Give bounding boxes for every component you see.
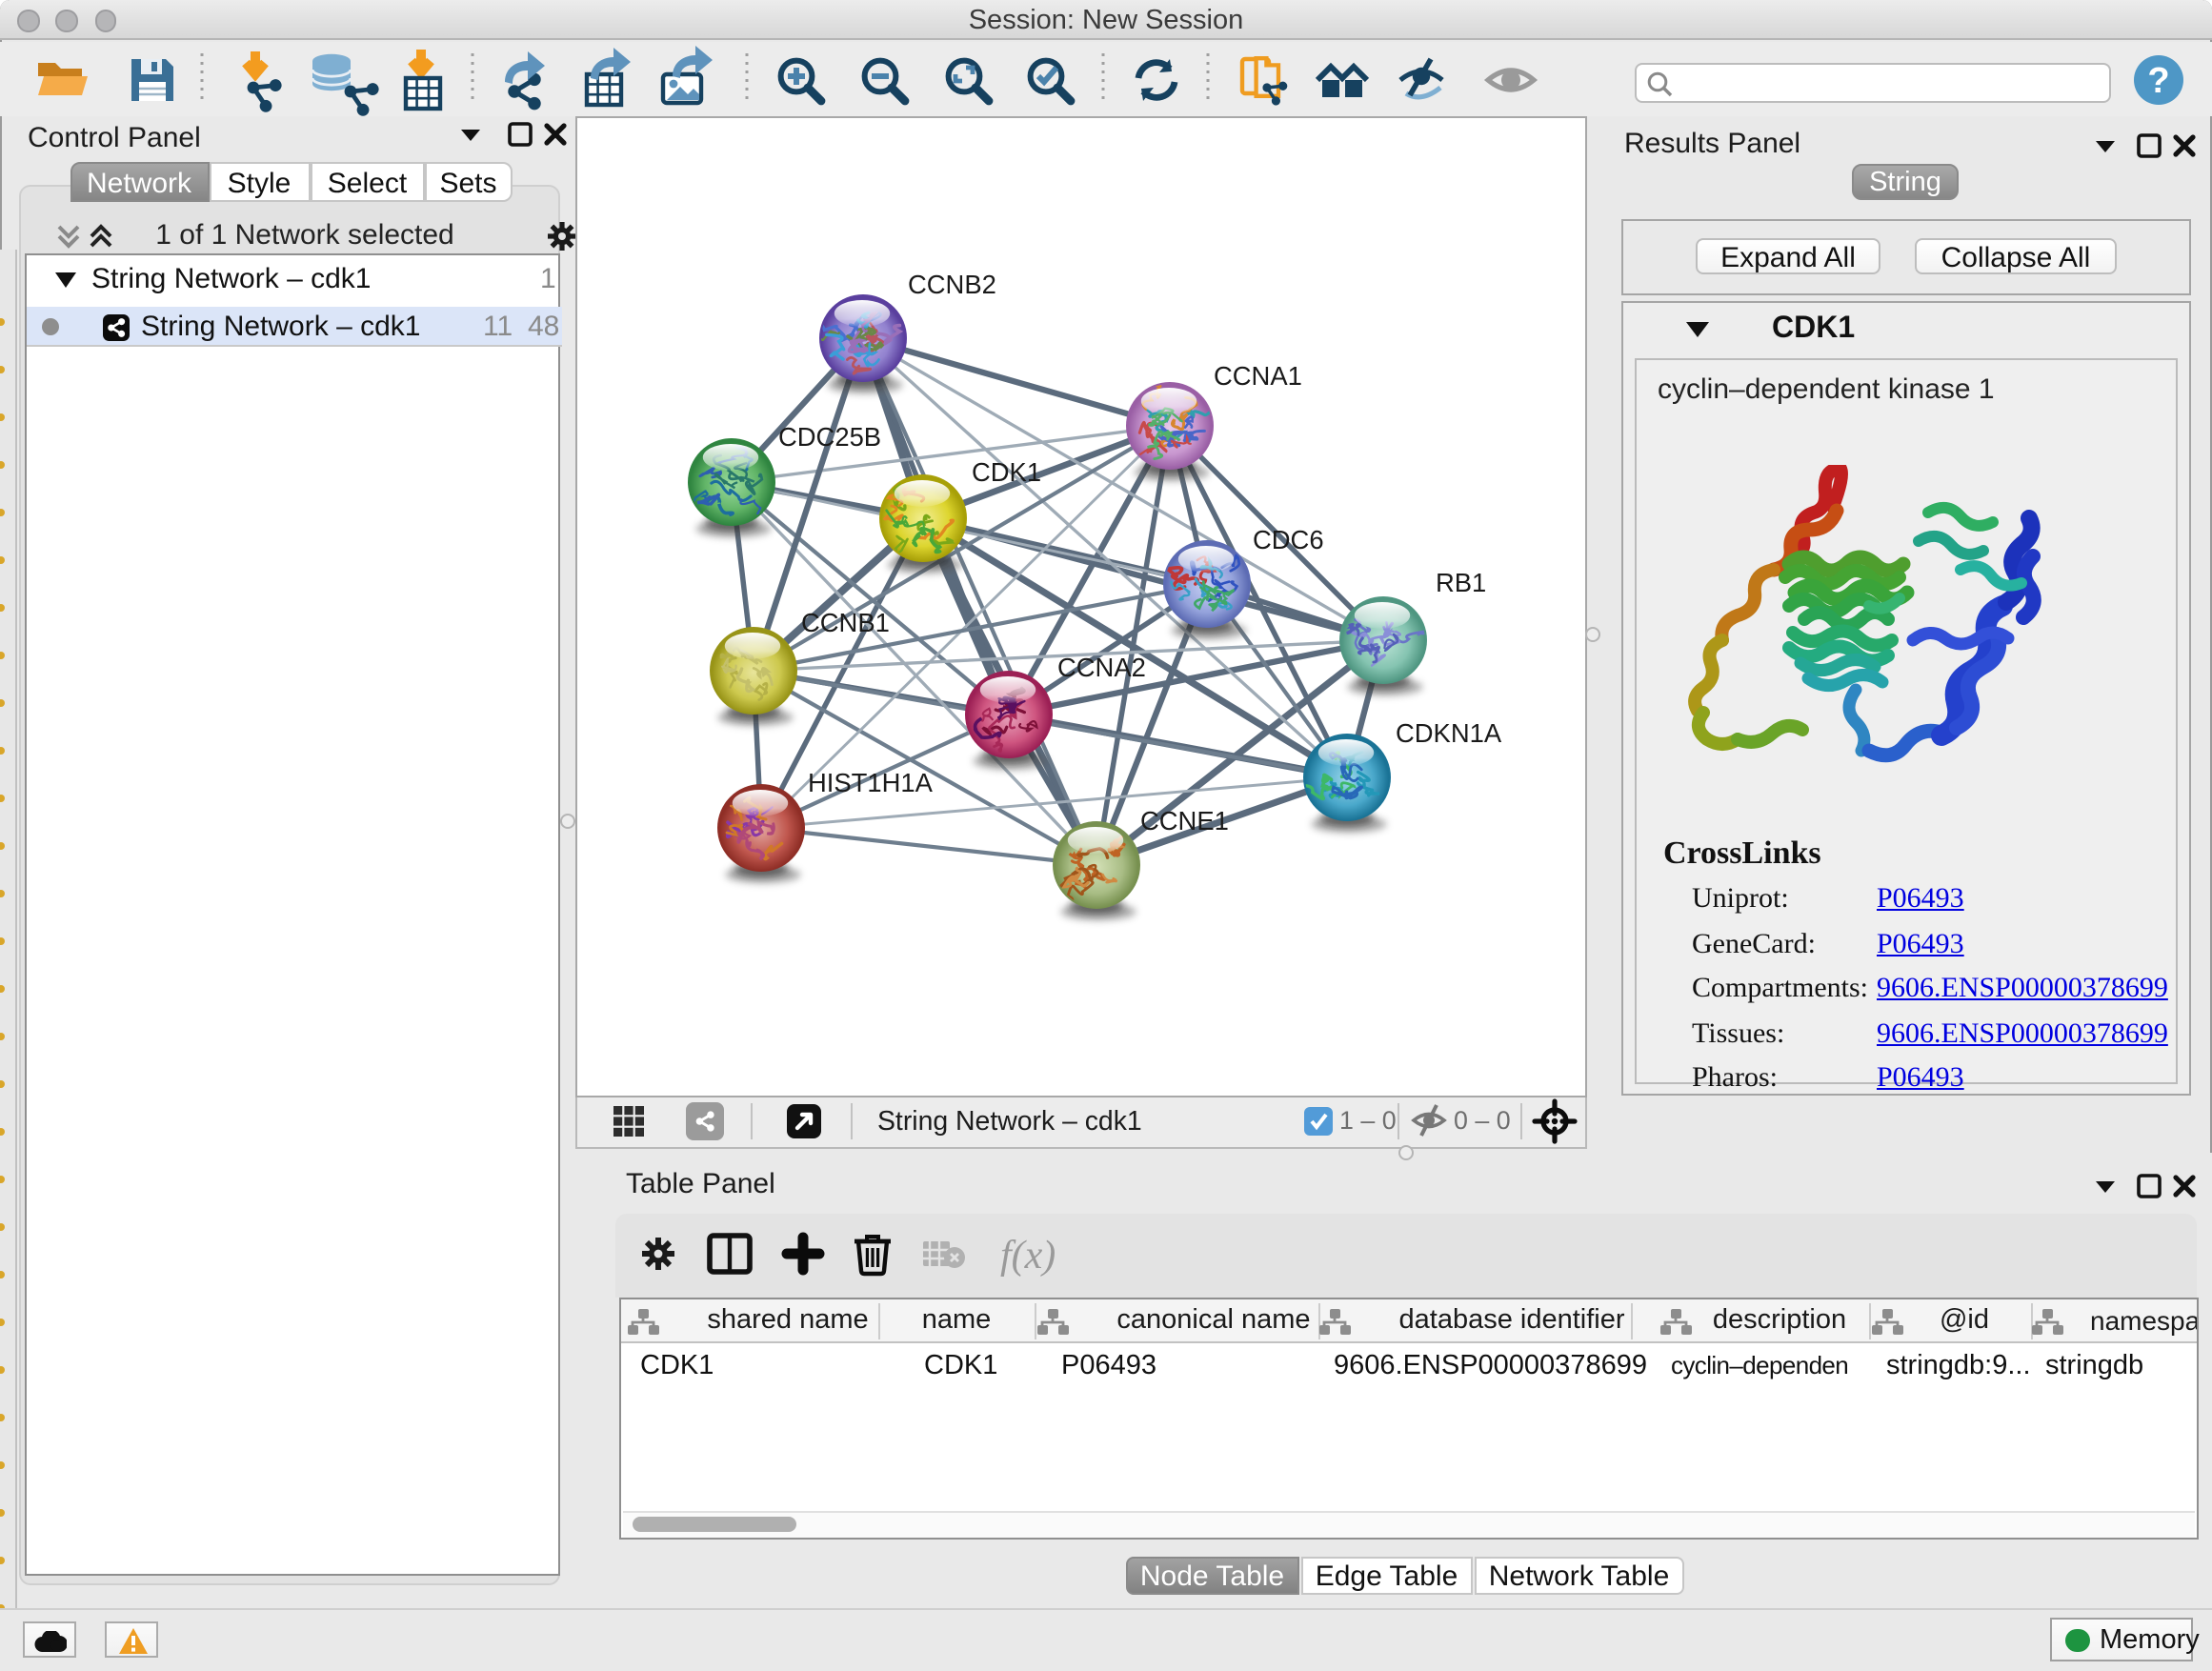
- svg-text:1 – 0: 1 – 0: [1338, 1105, 1396, 1134]
- svg-text:CDK1: CDK1: [971, 457, 1040, 487]
- svg-text:CDKN1A: CDKN1A: [1395, 718, 1501, 748]
- svg-text:0 – 0: 0 – 0: [1453, 1105, 1510, 1134]
- svg-text:HIST1H1A: HIST1H1A: [807, 768, 933, 797]
- svg-text:CDC6: CDC6: [1252, 525, 1323, 554]
- svg-text:f(x): f(x): [1000, 1234, 1056, 1278]
- svg-text:RB1: RB1: [1435, 568, 1485, 597]
- svg-text:CDC25B: CDC25B: [777, 422, 880, 452]
- svg-text:CCNE1: CCNE1: [1139, 806, 1228, 836]
- svg-text:CCNA1: CCNA1: [1213, 361, 1301, 391]
- svg-text:String Network – cdk1: String Network – cdk1: [876, 1105, 1141, 1136]
- svg-text:?: ?: [2147, 61, 2169, 101]
- svg-text:CCNB1: CCNB1: [800, 608, 889, 637]
- svg-text:CCNB2: CCNB2: [907, 270, 995, 299]
- svg-text:CCNA2: CCNA2: [1056, 653, 1145, 682]
